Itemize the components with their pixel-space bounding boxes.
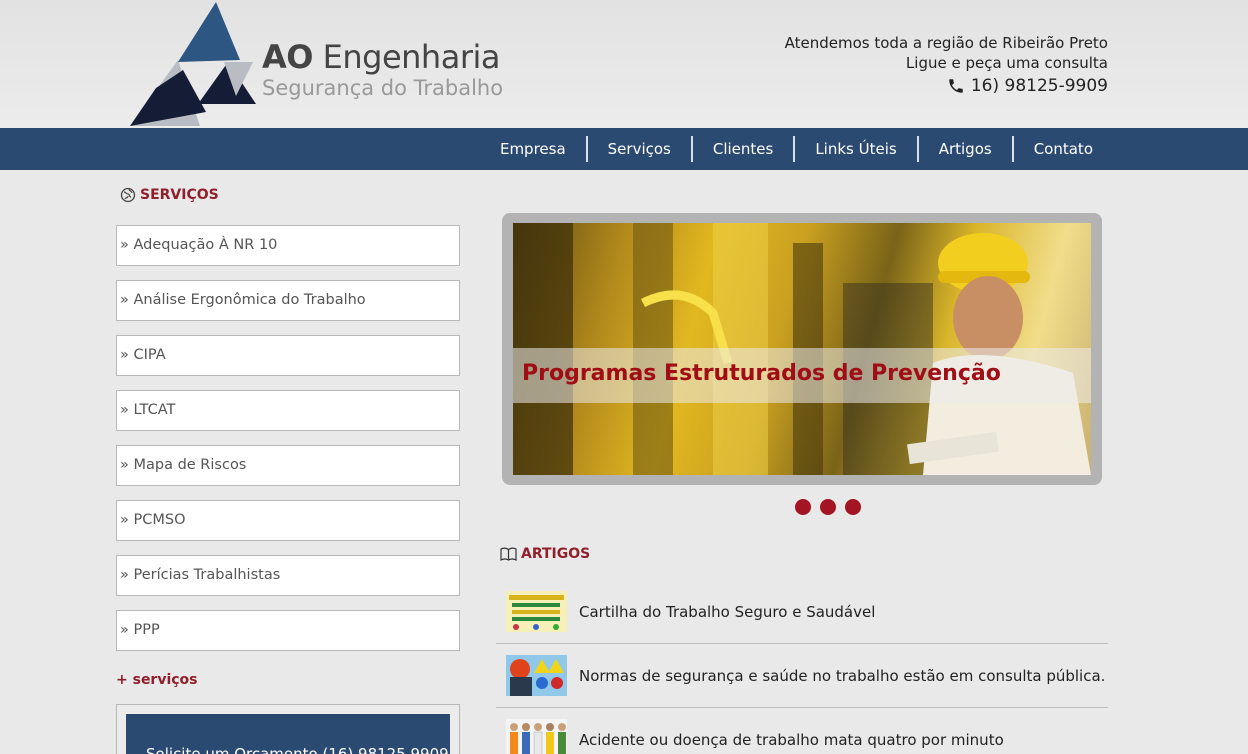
brand-tagline: Segurança do Trabalho — [262, 76, 504, 100]
more-services-link[interactable]: + serviços — [116, 672, 198, 688]
contact-phone[interactable]: 16) 98125-9909 — [785, 76, 1108, 96]
slide-image[interactable]: Programas Estruturados de Prevenção — [513, 223, 1091, 475]
site-header: AO Engenharia Segurança do Trabalho Aten… — [0, 0, 1248, 128]
service-item-ltcat[interactable]: » LTCAT — [116, 390, 460, 431]
service-item-cipa[interactable]: » CIPA — [116, 335, 460, 376]
nav-item-servicos[interactable]: Serviços — [585, 136, 691, 162]
article-title: Normas de segurança e saúde no trabalho … — [579, 666, 1106, 685]
quote-box: Solicite um Orçamento (16) 98125.9909 — [116, 704, 460, 754]
phone-number: 16) 98125-9909 — [970, 76, 1108, 96]
services-list: » Adequação À NR 10 » Análise Ergonômica… — [116, 225, 460, 665]
service-item-ppp[interactable]: » PPP — [116, 610, 460, 651]
workers-thumbnail — [506, 719, 567, 754]
articles-list: Cartilha do Trabalho Seguro e Saudável N… — [496, 580, 1108, 754]
slide-caption: Programas Estruturados de Prevenção — [522, 361, 1001, 386]
book-icon — [500, 547, 517, 561]
quote-button[interactable]: Solicite um Orçamento (16) 98125.9909 — [126, 714, 450, 754]
service-item-pericias[interactable]: » Perícias Trabalhistas — [116, 555, 460, 596]
cartilha-thumbnail — [506, 591, 567, 632]
articles-heading-text: ARTIGOS — [521, 546, 591, 562]
service-item-ergonomica[interactable]: » Análise Ergonômica do Trabalho — [116, 280, 460, 321]
services-heading: SERVIÇOS — [120, 187, 219, 203]
header-contact: Atendemos toda a região de Ribeirão Pret… — [785, 33, 1108, 96]
logo-triangle-mark — [130, 2, 256, 126]
article-item[interactable]: Normas de segurança e saúde no trabalho … — [496, 644, 1108, 708]
main-nav: Empresa Serviços Clientes Links Úteis Ar… — [0, 128, 1248, 170]
article-item[interactable]: Acidente ou doença de trabalho mata quat… — [496, 708, 1108, 754]
service-item-mapa-riscos[interactable]: » Mapa de Riscos — [116, 445, 460, 486]
nav-item-clientes[interactable]: Clientes — [690, 136, 793, 162]
slider-dots — [795, 499, 861, 515]
articles-heading: ARTIGOS — [500, 546, 590, 562]
nav-item-artigos[interactable]: Artigos — [916, 136, 1012, 162]
article-title: Cartilha do Trabalho Seguro e Saudável — [579, 602, 876, 621]
article-title: Acidente ou doença de trabalho mata quat… — [579, 730, 1004, 749]
article-item[interactable]: Cartilha do Trabalho Seguro e Saudável — [496, 580, 1108, 644]
nav-item-contato[interactable]: Contato — [1011, 136, 1113, 162]
contact-cta-text: Ligue e peça uma consulta — [905, 54, 1108, 72]
safety-signs-thumbnail — [506, 655, 567, 696]
globe-icon — [120, 187, 136, 203]
nav-item-empresa[interactable]: Empresa — [480, 136, 586, 162]
slider-dot-2[interactable] — [820, 499, 836, 515]
service-item-nr10[interactable]: » Adequação À NR 10 — [116, 225, 460, 266]
phone-icon — [949, 79, 963, 93]
brand-name: AO Engenharia — [262, 38, 500, 76]
hero-slider: Programas Estruturados de Prevenção — [502, 213, 1102, 485]
service-item-pcmso[interactable]: » PCMSO — [116, 500, 460, 541]
slider-dot-1[interactable] — [795, 499, 811, 515]
contact-region-text: Atendemos toda a região de Ribeirão Pret… — [784, 34, 1108, 52]
slider-dot-3[interactable] — [845, 499, 861, 515]
nav-item-links-uteis[interactable]: Links Úteis — [793, 136, 916, 162]
services-heading-text: SERVIÇOS — [140, 187, 219, 203]
